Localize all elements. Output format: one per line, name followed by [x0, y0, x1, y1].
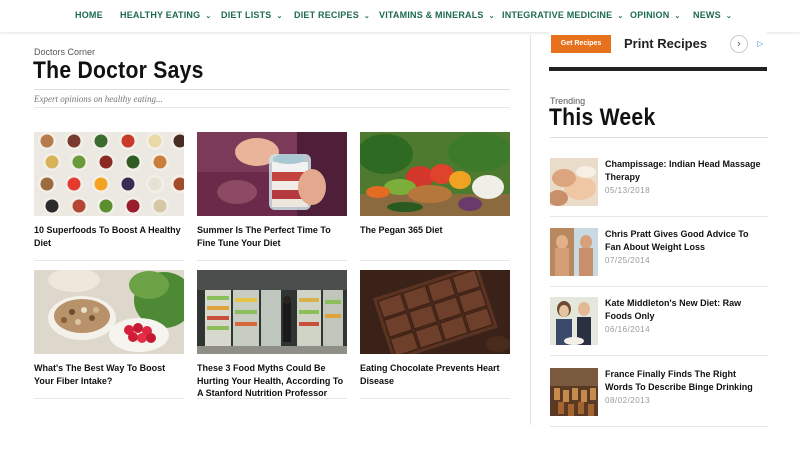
trending-item-title[interactable]: Champissage: Indian Head Massage Therapy — [605, 158, 765, 183]
section-title: The Doctor Says — [33, 57, 204, 84]
trending-item-date: 07/25/2014 — [605, 256, 651, 265]
trending-item-title[interactable]: Chris Pratt Gives Good Advice To Fan Abo… — [605, 228, 765, 253]
nav-item-diet-lists[interactable]: DIET LISTS ⌄ — [221, 10, 283, 20]
nav-item-label: VITAMINS & MINERALS — [379, 10, 484, 20]
article-card[interactable]: What's The Best Way To Boost Your Fiber … — [34, 270, 184, 399]
section-subtitle: Expert opinions on healthy eating... — [34, 94, 163, 104]
divider — [197, 260, 347, 261]
divider — [550, 426, 768, 427]
main-nav: HOME HEALTHY EATING ⌄ DIET LISTS ⌄ DIET RE… — [0, 0, 800, 32]
article-image-fiber[interactable] — [34, 270, 184, 354]
chevron-down-icon: ⌄ — [617, 13, 624, 20]
divider — [549, 67, 767, 71]
article-image-supermarket[interactable] — [197, 270, 347, 354]
article-card[interactable]: Summer Is The Perfect Time To Fine Tune … — [197, 132, 347, 261]
article-card[interactable]: The Pegan 365 Diet — [360, 132, 510, 261]
chevron-down-icon: ⌄ — [488, 13, 495, 20]
get-recipes-button[interactable]: Get Recipes — [551, 35, 611, 53]
trending-item[interactable]: Champissage: Indian Head Massage Therapy… — [550, 158, 768, 217]
article-image-vegetables[interactable] — [360, 132, 510, 216]
nav-item-label: NEWS — [693, 10, 721, 20]
ad-choices-icon[interactable]: ▷ — [757, 39, 763, 48]
divider — [360, 398, 510, 399]
divider — [34, 398, 184, 399]
divider — [34, 260, 184, 261]
trending-item-date: 05/13/2018 — [605, 186, 651, 195]
chevron-down-icon: ⌄ — [276, 13, 283, 20]
article-title[interactable]: Eating Chocolate Prevents Heart Disease — [360, 362, 510, 387]
article-title[interactable]: What's The Best Way To Boost Your Fiber … — [34, 362, 184, 387]
trending-image-kate-middleton[interactable] — [550, 297, 598, 345]
trending-item-title[interactable]: Kate Middleton's New Diet: Raw Foods Onl… — [605, 297, 765, 322]
trending-item-date: 06/16/2014 — [605, 325, 651, 334]
trending-item[interactable]: Chris Pratt Gives Good Advice To Fan Abo… — [550, 228, 768, 287]
article-title[interactable]: Summer Is The Perfect Time To Fine Tune … — [197, 224, 347, 249]
article-card[interactable]: These 3 Food Myths Could Be Hurting Your… — [197, 270, 347, 399]
chevron-right-icon[interactable]: › — [730, 35, 748, 53]
trending-image-massage[interactable] — [550, 158, 598, 206]
nav-item-diet-recipes[interactable]: DIET RECIPES ⌄ — [294, 10, 370, 20]
nav-item-opinion[interactable]: OPINION ⌄ — [630, 10, 680, 20]
nav-item-news[interactable]: NEWS ⌄ — [693, 10, 732, 20]
ad-banner[interactable]: Get Recipes Print Recipes › ▷ — [549, 31, 767, 59]
nav-item-vitamins-minerals[interactable]: VITAMINS & MINERALS ⌄ — [379, 10, 495, 20]
divider — [550, 216, 768, 217]
nav-item-label: DIET LISTS — [221, 10, 272, 20]
column-divider — [530, 35, 531, 425]
section-kicker: Doctors Corner — [34, 47, 96, 57]
nav-item-home[interactable]: HOME — [75, 10, 103, 20]
ad-text[interactable]: Print Recipes — [624, 36, 707, 51]
chevron-down-icon: ⌄ — [363, 13, 370, 20]
trending-item[interactable]: Kate Middleton's New Diet: Raw Foods Onl… — [550, 297, 768, 356]
divider — [550, 355, 768, 356]
trending-image-wine-glasses[interactable] — [550, 368, 598, 416]
chevron-down-icon: ⌄ — [205, 13, 212, 20]
divider — [550, 137, 768, 138]
article-card[interactable]: Eating Chocolate Prevents Heart Disease — [360, 270, 510, 399]
divider — [360, 260, 510, 261]
article-title[interactable]: These 3 Food Myths Could Be Hurting Your… — [197, 362, 347, 400]
article-title[interactable]: 10 Superfoods To Boost A Healthy Diet — [34, 224, 184, 249]
divider — [34, 107, 510, 108]
chevron-down-icon: ⌄ — [674, 13, 681, 20]
trending-item-title[interactable]: France Finally Finds The Right Words To … — [605, 368, 765, 393]
trending-image-chris-pratt[interactable] — [550, 228, 598, 276]
divider — [550, 286, 768, 287]
article-title[interactable]: The Pegan 365 Diet — [360, 224, 510, 237]
nav-item-healthy-eating[interactable]: HEALTHY EATING ⌄ — [120, 10, 211, 20]
nav-item-label: HEALTHY EATING — [120, 10, 201, 20]
article-card[interactable]: 10 Superfoods To Boost A Healthy Diet — [34, 132, 184, 261]
nav-item-label: INTEGRATIVE MEDICINE — [502, 10, 613, 20]
nav-item-integrative-medicine[interactable]: INTEGRATIVE MEDICINE ⌄ — [502, 10, 623, 20]
divider — [197, 398, 347, 399]
article-image-superfoods[interactable] — [34, 132, 184, 216]
trending-item[interactable]: France Finally Finds The Right Words To … — [550, 368, 768, 427]
nav-item-label: OPINION — [630, 10, 670, 20]
chevron-down-icon: ⌄ — [725, 13, 732, 20]
trending-title: This Week — [549, 104, 656, 131]
article-image-parfait[interactable] — [197, 132, 347, 216]
trending-item-date: 08/02/2013 — [605, 396, 651, 405]
divider — [34, 89, 510, 90]
article-image-chocolate[interactable] — [360, 270, 510, 354]
nav-item-label: HOME — [75, 10, 103, 20]
nav-item-label: DIET RECIPES — [294, 10, 359, 20]
